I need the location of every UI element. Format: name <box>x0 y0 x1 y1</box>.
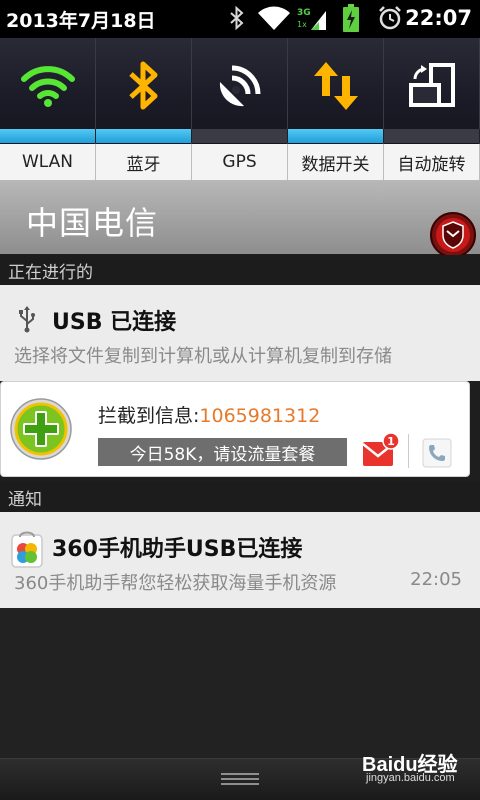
360-assistant-notification[interactable]: 360手机助手USB已连接 360手机助手帮您轻松获取海量手机资源 22:05 <box>0 512 480 608</box>
wifi-signal-icon <box>256 4 292 32</box>
bluetooth-indicator <box>96 129 192 143</box>
gps-label: GPS <box>192 144 288 180</box>
intercepted-message-prefix: 拦截到信息: <box>98 405 200 427</box>
alarm-clock-icon <box>375 4 405 32</box>
usb-notification-title: USB 已连接 <box>52 310 177 335</box>
phone-call-icon[interactable] <box>422 438 452 472</box>
toggle-gps[interactable]: GPS <box>192 38 288 180</box>
baidu-jingyan-watermark: Baidu经验 jingyan.baidu.com <box>362 748 474 788</box>
bluetooth-icon <box>226 4 248 32</box>
auto-rotate-indicator <box>384 129 480 143</box>
usb-notification-description: 选择将文件复制到计算机或从计算机复制到存储 <box>14 346 392 367</box>
intercepted-message-text: 拦截到信息:1065981312 <box>98 401 320 428</box>
assistant-notification-time: 22:05 <box>410 569 462 590</box>
bluetooth-label: 蓝牙 <box>96 144 192 180</box>
message-mail-icon[interactable]: 1 <box>362 432 400 472</box>
message-badge-count: 1 <box>387 435 395 448</box>
assistant-notification-description: 360手机助手帮您轻松获取海量手机资源 <box>14 573 337 594</box>
card-divider <box>408 434 409 468</box>
toggle-auto-rotate[interactable]: 自动旋转 <box>384 38 480 180</box>
quick-settings-panel: WLAN 蓝牙 GPS 数据开关 自动旋转 <box>0 38 480 180</box>
wifi-icon <box>0 46 96 126</box>
carrier-name: 中国电信 <box>26 204 159 242</box>
auto-rotate-icon <box>384 46 480 126</box>
gps-indicator <box>192 129 288 143</box>
svg-text:1x: 1x <box>297 20 307 29</box>
mobile-data-indicator <box>288 129 384 143</box>
wlan-label: WLAN <box>0 144 96 180</box>
sms-interception-card[interactable]: 拦截到信息:1065981312 今日58K，请设流量套餐 1 <box>0 381 470 477</box>
cellular-3g-icon: 3G 1x <box>296 4 328 32</box>
usb-connected-notification[interactable]: USB 已连接 选择将文件复制到计算机或从计算机复制到存储 <box>0 285 480 381</box>
status-time: 22:07 <box>405 6 472 30</box>
360-assistant-app-icon <box>9 529 45 573</box>
carrier-bar: 中国电信 <box>0 180 480 254</box>
gps-satellite-icon <box>192 46 288 126</box>
drag-grip-icon <box>221 773 259 787</box>
svg-text:3G: 3G <box>297 8 311 18</box>
toggle-mobile-data[interactable]: 数据开关 <box>288 38 384 180</box>
status-bar: 2013年7月18日 3G 1x 22:07 <box>0 0 480 38</box>
assistant-notification-title: 360手机助手USB已连接 <box>52 537 303 562</box>
mobile-data-label: 数据开关 <box>288 144 384 180</box>
usb-icon <box>17 305 37 337</box>
traffic-usage-button[interactable]: 今日58K，请设流量套餐 <box>98 438 347 466</box>
auto-rotate-label: 自动旋转 <box>384 144 480 180</box>
watermark-url: jingyan.baidu.com <box>366 772 455 784</box>
360-security-logo-icon <box>9 397 73 465</box>
intercepted-sender-number: 1065981312 <box>199 405 321 427</box>
empty-notification-area <box>0 608 480 758</box>
wlan-indicator <box>0 129 96 143</box>
battery-charging-icon <box>340 4 362 32</box>
section-notifications: 通知 <box>0 482 480 512</box>
bluetooth-icon <box>96 46 192 126</box>
data-transfer-icon <box>288 46 384 126</box>
status-date: 2013年7月18日 <box>6 10 156 32</box>
toggle-wlan[interactable]: WLAN <box>0 38 96 180</box>
toggle-bluetooth[interactable]: 蓝牙 <box>96 38 192 180</box>
section-ongoing: 正在进行的 <box>0 255 480 285</box>
